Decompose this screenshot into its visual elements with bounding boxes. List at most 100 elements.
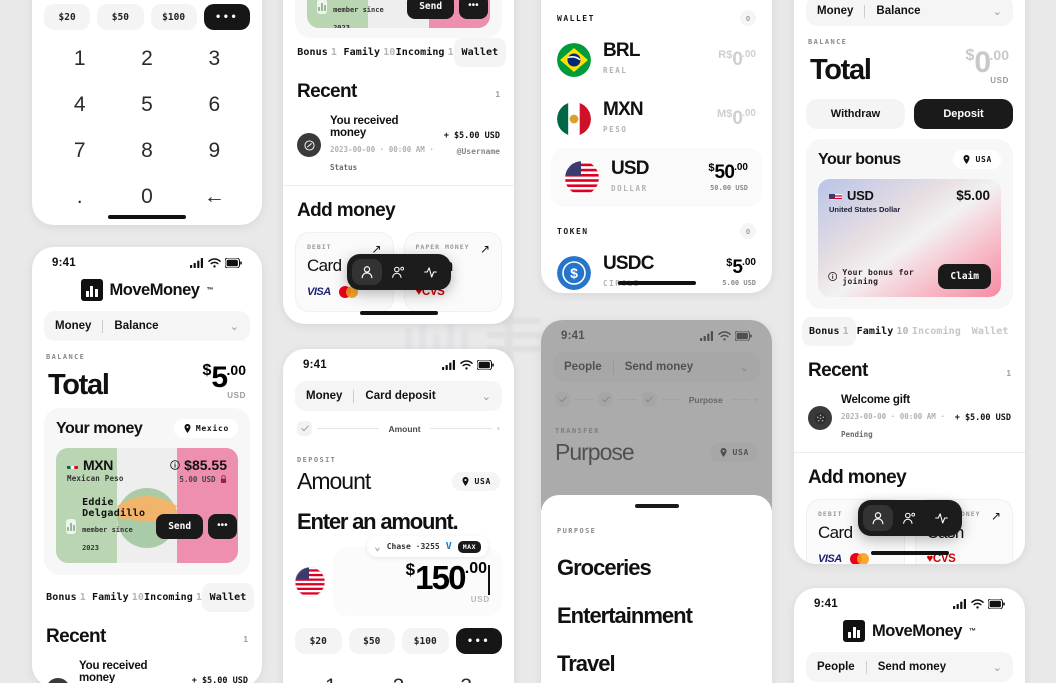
- card-code: MXN: [67, 457, 124, 473]
- key-0[interactable]: 0: [113, 174, 180, 220]
- bonus-card-usd[interactable]: USD United States Dollar $5.00 Your bonu…: [818, 179, 1001, 297]
- wallet-row-usdc[interactable]: $ USDC CIRCLE $5.00 5.00 USD: [541, 243, 772, 293]
- wallet-amount: $5.00 5.00 USD: [722, 257, 756, 287]
- context-selector[interactable]: Money Balance ⌄: [806, 0, 1013, 26]
- visa-icon: VISA: [307, 286, 331, 298]
- chevron-down-icon[interactable]: ⌄: [482, 390, 491, 403]
- transaction-row[interactable]: Welcome gift 2023-00-00 · 00:00 AM · Pen…: [794, 390, 1025, 453]
- quick-amount-20[interactable]: $20: [295, 628, 342, 654]
- wallet-amount: R$0.00: [718, 49, 756, 70]
- quick-amount-20[interactable]: $20: [44, 4, 91, 30]
- chevron-down-icon[interactable]: ⌄: [374, 540, 381, 553]
- recent-title: Recent: [297, 81, 357, 102]
- key-8[interactable]: 8: [113, 128, 180, 174]
- selector-value: Send money: [877, 661, 947, 673]
- context-selector[interactable]: People Send money ⌄: [806, 652, 1013, 682]
- activity-pulse-icon: [935, 513, 948, 524]
- context-selector[interactable]: Money Balance ⌄: [44, 311, 250, 341]
- amount-input[interactable]: ⌄ Chase ·3255 V MAX $150.00 USD: [333, 536, 502, 616]
- balance-value: 0: [974, 46, 991, 79]
- key-3[interactable]: 3: [432, 664, 500, 683]
- location-chip[interactable]: USA: [452, 472, 500, 491]
- location-label: USA: [975, 155, 992, 164]
- send-button[interactable]: Send: [156, 513, 204, 539]
- numeric-keypad: 1 2 3 4 5 6 7 8 9 . 0 ←: [32, 30, 262, 220]
- wallet-row-mxn[interactable]: MXN PESO M$0.00: [541, 89, 772, 148]
- numeric-keypad: 1 2 3: [283, 654, 514, 683]
- tab-bonus[interactable]: Bonus 1: [802, 317, 856, 346]
- design-showcase-board: $20 $50 $100 ••• 1 2 3 4 5 6 7 8 9 . 0 ←…: [0, 0, 1056, 683]
- deposit-button[interactable]: Deposit: [914, 99, 1013, 129]
- transaction-row[interactable]: You received money 2023-00-00 · 00:00 AM…: [32, 656, 262, 683]
- transaction-user: @Username: [456, 147, 500, 156]
- home-indicator: [108, 215, 186, 219]
- key-2[interactable]: 2: [113, 36, 180, 82]
- withdraw-button[interactable]: Withdraw: [806, 99, 905, 129]
- key-1[interactable]: 1: [46, 36, 113, 82]
- amount-value: 150: [415, 559, 466, 596]
- tabbar-activity[interactable]: [927, 505, 957, 531]
- tab-family[interactable]: Family 10: [92, 583, 144, 612]
- tab-family[interactable]: Family 10: [343, 38, 395, 67]
- key-3[interactable]: 3: [181, 36, 248, 82]
- currency-card-mxn-cropped[interactable]: Eddie Delgadillo member since 2023 Send …: [307, 0, 490, 28]
- quick-amount-more[interactable]: •••: [455, 628, 502, 654]
- tab-bonus[interactable]: Bonus 1: [291, 38, 343, 67]
- chevron-down-icon[interactable]: ⌄: [230, 320, 239, 333]
- funding-source-chip[interactable]: ⌄ Chase ·3255 V MAX: [367, 536, 488, 557]
- quick-amount-more[interactable]: •••: [203, 4, 250, 30]
- tab-incoming[interactable]: Incoming: [910, 317, 964, 346]
- tab-family[interactable]: Family 10: [856, 317, 910, 346]
- key-7[interactable]: 7: [46, 128, 113, 174]
- tab-wallet[interactable]: Wallet: [202, 583, 255, 612]
- key-2[interactable]: 2: [365, 664, 433, 683]
- card-more-button[interactable]: •••: [459, 0, 488, 19]
- location-chip[interactable]: Mexico: [173, 419, 238, 438]
- wallet-name: PESO: [603, 125, 628, 134]
- tab-wallet[interactable]: Wallet: [963, 317, 1017, 346]
- quick-amount-50[interactable]: $50: [97, 4, 144, 30]
- quick-amount-100[interactable]: $100: [402, 628, 449, 654]
- tabbar-people[interactable]: [895, 505, 925, 531]
- tab-bonus[interactable]: Bonus 1: [40, 583, 92, 612]
- battery-icon: [477, 360, 494, 370]
- purpose-option-groceries[interactable]: Groceries: [541, 544, 772, 592]
- claim-button[interactable]: Claim: [938, 264, 991, 289]
- quick-amount-50[interactable]: $50: [348, 628, 395, 654]
- wallet-row-usd[interactable]: USD DOLLAR $50.00 50.00 USD: [551, 148, 762, 207]
- selector-divider: [864, 4, 866, 18]
- purpose-option-travel[interactable]: Travel: [541, 640, 772, 683]
- key-9[interactable]: 9: [181, 128, 248, 174]
- key-1[interactable]: 1: [297, 664, 365, 683]
- send-button[interactable]: Send: [407, 0, 455, 19]
- key-decimal[interactable]: .: [46, 174, 113, 220]
- card-more-button[interactable]: •••: [208, 513, 237, 539]
- wallet-row-brl[interactable]: BRL REAL R$0.00: [541, 30, 772, 89]
- tabbar-person[interactable]: [862, 505, 893, 531]
- chevron-down-icon[interactable]: ⌄: [993, 661, 1002, 674]
- tabbar-people[interactable]: [384, 259, 414, 285]
- tab-incoming[interactable]: Incoming 1: [396, 38, 454, 67]
- tab-wallet[interactable]: Wallet: [453, 38, 506, 67]
- key-backspace[interactable]: ←: [181, 174, 248, 220]
- quick-amount-100[interactable]: $100: [150, 4, 197, 30]
- tabbar-person[interactable]: [351, 259, 382, 285]
- key-5[interactable]: 5: [113, 82, 180, 128]
- currency-card-mxn[interactable]: MXN Mexican Peso $85.55 5.00 USD Eddie D…: [56, 448, 238, 563]
- tabbar-activity[interactable]: [416, 259, 446, 285]
- balance-currency: $: [965, 47, 975, 64]
- max-button[interactable]: MAX: [457, 540, 481, 553]
- chevron-down-icon[interactable]: ⌄: [993, 5, 1002, 18]
- activity-pulse-icon: [424, 267, 437, 278]
- tab-incoming[interactable]: Incoming 1: [144, 583, 202, 612]
- key-4[interactable]: 4: [46, 82, 113, 128]
- transaction-row[interactable]: You received money 2023-00-00 · 00:00 AM…: [283, 111, 514, 186]
- key-6[interactable]: 6: [181, 82, 248, 128]
- context-selector[interactable]: Money Card deposit ⌄: [295, 381, 502, 411]
- sheet-grabber[interactable]: [634, 504, 679, 508]
- location-chip[interactable]: USA: [953, 150, 1001, 169]
- brand-name: MoveMoney: [872, 621, 962, 640]
- balance-eyebrow: BALANCE: [46, 353, 86, 361]
- purpose-option-entertainment[interactable]: Entertainment: [541, 592, 772, 640]
- add-money-kicker: DEBIT: [818, 510, 843, 518]
